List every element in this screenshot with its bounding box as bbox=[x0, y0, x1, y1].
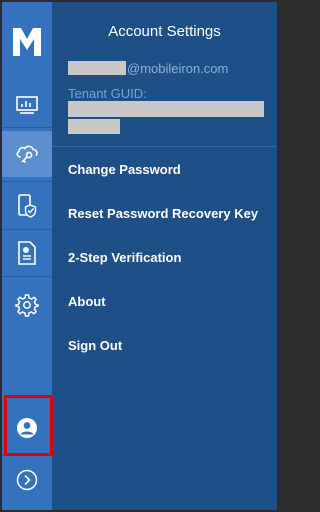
sidebar-item-dashboard[interactable] bbox=[2, 82, 52, 128]
sidebar-item-cloud-key[interactable] bbox=[2, 131, 52, 177]
panel-title: Account Settings bbox=[108, 23, 221, 40]
sidebar-divider bbox=[2, 127, 52, 128]
sidebar bbox=[2, 2, 53, 510]
gear-icon bbox=[15, 294, 39, 317]
tenant-guid-label: Tenant GUID: bbox=[68, 86, 147, 101]
chevron-right-icon bbox=[16, 469, 38, 491]
redacted-tenant-guid bbox=[68, 101, 264, 117]
device-shield-icon bbox=[18, 194, 37, 218]
sidebar-item-documents[interactable] bbox=[2, 230, 52, 276]
sign-out-link[interactable]: Sign Out bbox=[68, 338, 122, 353]
cloud-key-icon bbox=[16, 145, 38, 164]
panel-divider bbox=[52, 146, 277, 147]
sidebar-item-settings[interactable] bbox=[2, 282, 52, 328]
document-icon bbox=[18, 241, 36, 265]
sidebar-divider bbox=[2, 181, 52, 182]
dashboard-icon bbox=[16, 96, 38, 114]
change-password-link[interactable]: Change Password bbox=[68, 162, 181, 177]
email-domain: @mobileiron.com bbox=[127, 60, 229, 76]
sidebar-divider bbox=[2, 276, 52, 277]
redacted-email-user bbox=[68, 61, 126, 75]
sidebar-item-devices[interactable] bbox=[2, 183, 52, 229]
account-settings-panel: Account Settings @mobileiron.com Tenant … bbox=[52, 2, 277, 510]
about-link[interactable]: About bbox=[68, 294, 106, 309]
two-step-verification-link[interactable]: 2-Step Verification bbox=[68, 250, 181, 265]
reset-recovery-key-link[interactable]: Reset Password Recovery Key bbox=[68, 206, 258, 221]
account-email: @mobileiron.com bbox=[68, 60, 228, 76]
sidebar-expand-button[interactable] bbox=[2, 457, 52, 503]
user-icon-highlight-box bbox=[4, 395, 53, 456]
app-frame: Account Settings @mobileiron.com Tenant … bbox=[2, 2, 277, 510]
mobileiron-logo bbox=[13, 28, 41, 56]
redacted-tenant-guid bbox=[68, 119, 120, 134]
